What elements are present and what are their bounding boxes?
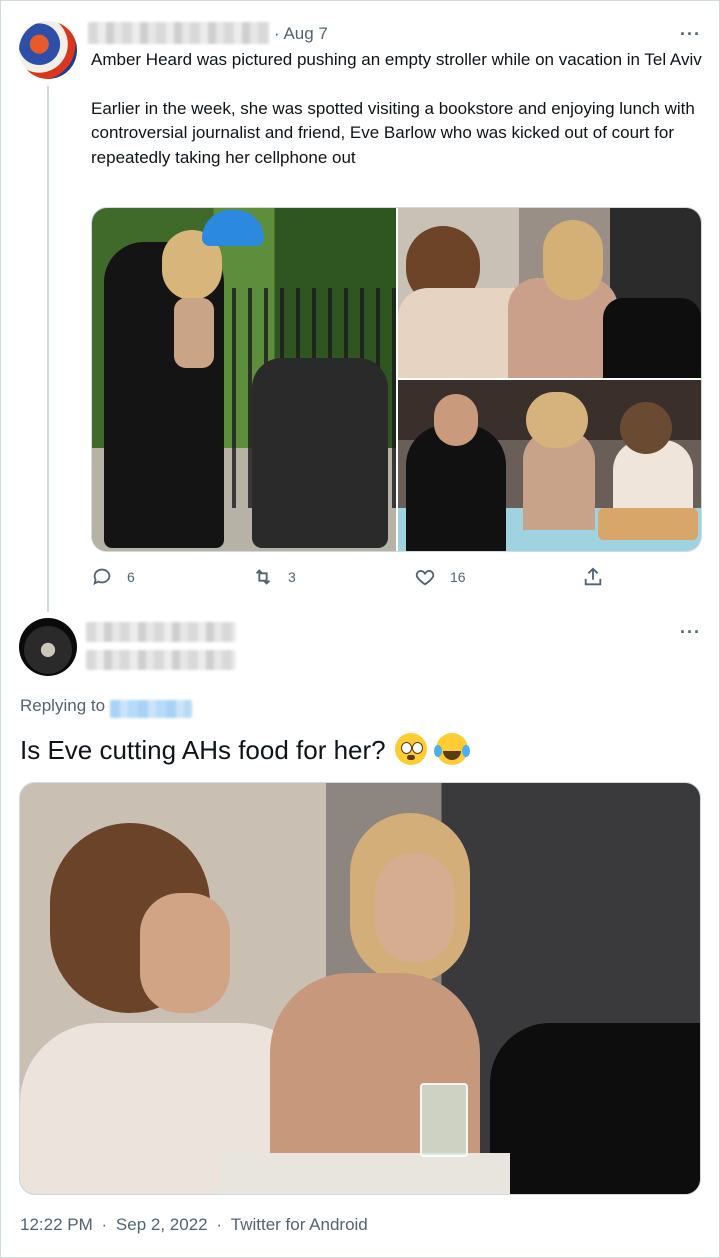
- heart-icon: [415, 570, 435, 586]
- stroller-photo[interactable]: [92, 208, 396, 551]
- tweet-time[interactable]: 12:22 PM: [20, 1215, 93, 1234]
- reply-icon: [93, 568, 111, 586]
- separator: ·: [216, 1215, 223, 1234]
- tweet-body: Amber Heard was pictured pushing an empt…: [91, 48, 703, 170]
- like-count: 16: [450, 569, 466, 585]
- reply-count: 6: [127, 569, 135, 585]
- lunch-photo-top[interactable]: [398, 208, 701, 378]
- flushed-face-emoji: [394, 733, 427, 765]
- replying-to-label: Replying to: [20, 696, 106, 715]
- tweet-paragraph-2: Earlier in the week, she was spotted vis…: [91, 98, 695, 167]
- tweet-date[interactable]: · Aug 7: [274, 24, 328, 44]
- tweet-date[interactable]: Sep 2, 2022: [116, 1215, 208, 1234]
- thread-connector-line: [47, 86, 49, 612]
- retweet-icon: [255, 569, 271, 585]
- reply-tweet-body: Is Eve cutting AHs food for her?: [20, 735, 386, 765]
- tears-of-joy-emoji: [434, 733, 471, 765]
- tweet-media-grid: [91, 207, 702, 552]
- replier-avatar[interactable]: [19, 618, 77, 676]
- retweet-count: 3: [288, 569, 296, 585]
- lunch-photo-bottom[interactable]: [398, 380, 701, 551]
- share-icon: [584, 567, 602, 586]
- like-action[interactable]: 16: [414, 566, 466, 588]
- share-action[interactable]: [582, 566, 618, 588]
- more-options-icon[interactable]: ···: [680, 24, 701, 45]
- author-avatar[interactable]: [19, 21, 77, 79]
- retweet-action[interactable]: 3: [252, 566, 296, 588]
- replying-to-handle-redacted[interactable]: [110, 700, 192, 718]
- more-options-icon[interactable]: ···: [680, 622, 701, 643]
- author-name-redacted[interactable]: [88, 22, 270, 44]
- reply-photo[interactable]: [19, 782, 701, 1195]
- replying-to-line: Replying to: [20, 696, 105, 716]
- tweet-timestamp-line: 12:22 PM · Sep 2, 2022 · Twitter for And…: [20, 1215, 368, 1235]
- replier-name-redacted[interactable]: [86, 622, 236, 642]
- separator: ·: [101, 1215, 108, 1234]
- reply-tweet-text: Is Eve cutting AHs food for her?: [20, 732, 471, 768]
- tweet-source[interactable]: Twitter for Android: [231, 1215, 368, 1234]
- replier-handle-redacted[interactable]: [86, 650, 236, 670]
- reply-action[interactable]: 6: [91, 566, 135, 588]
- tweet-paragraph-1: Amber Heard was pictured pushing an empt…: [91, 50, 702, 69]
